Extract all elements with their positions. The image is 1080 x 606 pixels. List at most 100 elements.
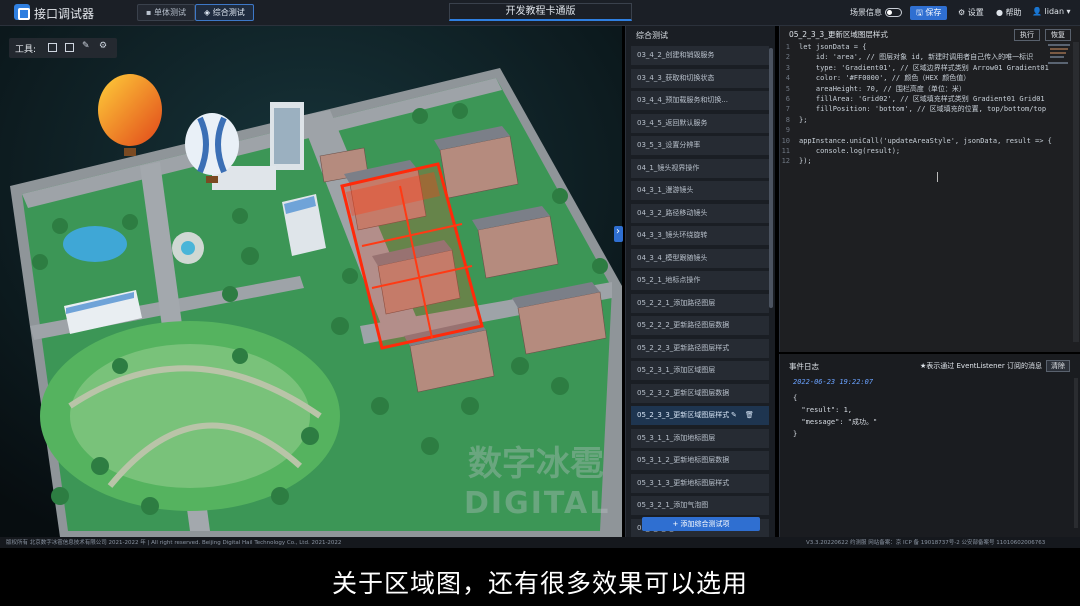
- scene-info-label: 场景信息: [850, 8, 882, 17]
- test-panel-title: 综合测试: [636, 31, 668, 40]
- list-scrollbar[interactable]: [769, 48, 773, 308]
- line-number: 2: [785, 53, 790, 62]
- line-number: 3: [785, 63, 790, 72]
- test-list-item[interactable]: 04_3_3_镜头环绕旋转: [631, 226, 769, 245]
- test-list-item[interactable]: 04_3_2_路径移动镜头: [631, 203, 769, 223]
- test-list-item[interactable]: 05_2_3_3_更新区域图层样式 ✎ 🗑: [631, 406, 769, 425]
- line-number: 5: [785, 84, 790, 93]
- scene-info-toggle[interactable]: [885, 8, 902, 17]
- test-list-item-label: 03_4_2_创建和销毁服务: [637, 51, 715, 59]
- toolbar-label: 工具:: [15, 45, 37, 55]
- log-title: 事件日志: [789, 362, 819, 371]
- code-text: areaHeight: 70, // 围栏高度（单位：米）: [799, 84, 966, 93]
- test-list-item[interactable]: 03_4_4_预加载服务和切换...: [631, 91, 769, 110]
- user-icon: 👤: [1032, 7, 1042, 16]
- code-text: };: [799, 115, 808, 124]
- line-number: 10: [781, 136, 790, 145]
- settings-button[interactable]: ⚙ 设置: [958, 7, 984, 18]
- test-list-item-label: 04_1_镜头视界操作: [637, 163, 700, 172]
- gear-icon[interactable]: ⚙: [99, 41, 108, 51]
- panel-collapse-handle[interactable]: [614, 226, 623, 242]
- clear-log-button[interactable]: 清除: [1046, 360, 1070, 372]
- code-text: console.log(result);: [799, 146, 901, 155]
- log-scrollbar[interactable]: [1074, 378, 1078, 528]
- test-list-item-label: 05_3_1_1_添加地标图层: [637, 433, 716, 442]
- test-list-item[interactable]: 05_3_2_1_添加气泡图: [631, 496, 769, 515]
- select-area-icon[interactable]: [65, 43, 74, 52]
- test-list-item-label: 05_3_1_3_更新地标图层样式: [637, 478, 730, 487]
- line-number: 1: [785, 43, 790, 51]
- test-list-item[interactable]: 04_3_4_模型跟随镜头: [631, 248, 769, 268]
- version-info: V3.3.20220622 约测服 网站备案：京 ICP 备 19018737号…: [806, 540, 1046, 546]
- code-line: 8};: [780, 115, 1044, 125]
- code-line: 4 color: '#FF0000', // 颜色（HEX 颜色值）: [780, 73, 1044, 83]
- test-list-item[interactable]: 05_2_3_1_添加区域图层: [631, 361, 769, 380]
- test-list-item[interactable]: 03_4_3_获取和切换状态: [631, 68, 769, 88]
- line-number: 4: [785, 74, 790, 83]
- save-button[interactable]: 🖫 保存: [910, 6, 948, 20]
- test-list-item-label: 03_4_4_预加载服务和切换...: [637, 96, 728, 104]
- add-test-item-button[interactable]: + 添加综合测试项: [642, 517, 760, 531]
- editor-scrollbar[interactable]: [1073, 42, 1079, 342]
- test-list-item[interactable]: 03_4_2_创建和销毁服务: [631, 46, 769, 65]
- run-button[interactable]: 执行: [1014, 29, 1040, 41]
- test-list-item-label: 04_3_4_模型跟随镜头: [637, 253, 708, 262]
- log-timestamp: 2022-06-23 19:22:07: [793, 378, 874, 386]
- test-list-item[interactable]: 05_3_1_1_添加地标图层: [631, 428, 769, 448]
- test-list-item-label: 03_5_3_设置分辨率: [637, 141, 701, 149]
- video-subtitle: 关于区域图，还有很多效果可以选用: [331, 569, 748, 598]
- log-message: { "result": 1, "message": "成功。" }: [793, 394, 878, 438]
- mode-single-test-label: 单体测试: [153, 8, 186, 17]
- code-line: 10 appInstance.uniCall('updateAreaStyle',…: [780, 136, 1052, 146]
- pencil-icon[interactable]: ✎: [82, 41, 91, 51]
- test-list-item[interactable]: 05_2_3_2_更新区域图层数据: [631, 383, 769, 403]
- test-list-item[interactable]: 05_2_2_2_更新路径图层数据: [631, 316, 769, 335]
- campus-3d-map: [0, 26, 622, 537]
- test-list-item[interactable]: 04_3_1_漫游镜头: [631, 181, 769, 200]
- line-number: 7: [785, 105, 790, 114]
- test-list-item-label: 05_2_3_1_添加区域图层: [637, 366, 716, 374]
- test-list-item-label: 05_2_3_3_更新区域图层样式: [637, 411, 730, 419]
- test-list-item-label: 05_2_3_2_更新区域图层数据: [637, 388, 730, 397]
- save-label: 保存: [925, 8, 942, 17]
- code-text: });: [799, 157, 812, 166]
- test-list-item[interactable]: 05_3_1_2_更新地标图层数据: [631, 451, 769, 470]
- line-number: 12: [781, 157, 790, 166]
- line-number: 11: [781, 146, 790, 155]
- code-text: fillPosition: 'bottom', // 区域填充的位置, top/…: [799, 105, 1047, 114]
- code-line: 7 fillPosition: 'bottom', // 区域填充的位置, to…: [780, 104, 1047, 114]
- test-list-item-label: 04_3_1_漫游镜头: [637, 186, 694, 194]
- gear-icon: ⚙: [958, 8, 966, 17]
- test-list-item[interactable]: 03_5_3_设置分辨率: [631, 136, 769, 155]
- line-number: 6: [785, 94, 790, 103]
- select-point-icon[interactable]: [48, 43, 57, 52]
- 3d-scene-viewport[interactable]: 工具: ✎ ⚙ 数字冰雹 DIGITAL HAIL: [0, 26, 622, 537]
- code-area[interactable]: 1 let jsonData = {2 id: 'area', // 图层对象 i…: [780, 42, 1052, 342]
- event-log-panel: 事件日志 ★表示通过 EventListener 订阅的消息 清除 2022-0…: [779, 354, 1080, 537]
- code-line: 9: [780, 125, 1044, 135]
- user-menu[interactable]: 👤 lidan ▾: [1032, 7, 1071, 16]
- test-list-item[interactable]: 03_4_5_返回默认服务: [631, 113, 769, 133]
- restore-button[interactable]: 恢复: [1045, 29, 1071, 41]
- top-bar: 接口调试器 ▪ 单体测试 ◈ 综合测试 开发教程卡通版 场景信息 🖫 保存 ⚙ …: [0, 0, 1080, 26]
- code-line: 1 let jsonData = {: [780, 42, 1044, 52]
- copyright-text: 版权所有 北京数字冰雹信息技术有限公司 2021-2022 年 | All ri…: [6, 540, 342, 546]
- help-button[interactable]: ● 帮助: [996, 7, 1022, 18]
- scene-toolbar: 工具: ✎ ⚙: [9, 38, 117, 58]
- edit-icon[interactable]: ✎: [731, 406, 739, 419]
- test-list-item-label: 03_4_5_返回默认服务: [637, 118, 708, 127]
- test-list-item[interactable]: 05_3_1_3_更新地标图层样式: [631, 473, 769, 493]
- delete-icon[interactable]: 🗑: [745, 406, 754, 419]
- project-title[interactable]: 开发教程卡通版: [449, 3, 632, 21]
- code-text: color: '#FF0000', // 颜色（HEX 颜色值）: [799, 74, 971, 83]
- line-number: 8: [785, 115, 790, 124]
- mode-combined-test-button[interactable]: ◈ 综合测试: [195, 4, 254, 21]
- code-line: 3 type: 'Gradient01', // 区域边界样式类别 Arrow0…: [780, 63, 1049, 73]
- test-list-item[interactable]: 04_1_镜头视界操作: [631, 158, 769, 178]
- test-list-item[interactable]: 05_2_2_3_更新路径图层样式: [631, 338, 769, 358]
- mode-single-test-button[interactable]: ▪ 单体测试: [137, 4, 195, 21]
- text-cursor: [937, 172, 941, 182]
- test-list-item[interactable]: 05_2_2_1_添加路径图层: [631, 293, 769, 313]
- code-text: fillArea: 'Grid02', // 区域填充样式类别 Gradient…: [799, 94, 1045, 103]
- test-list-item[interactable]: 05_2_1_地标点操作: [631, 271, 769, 290]
